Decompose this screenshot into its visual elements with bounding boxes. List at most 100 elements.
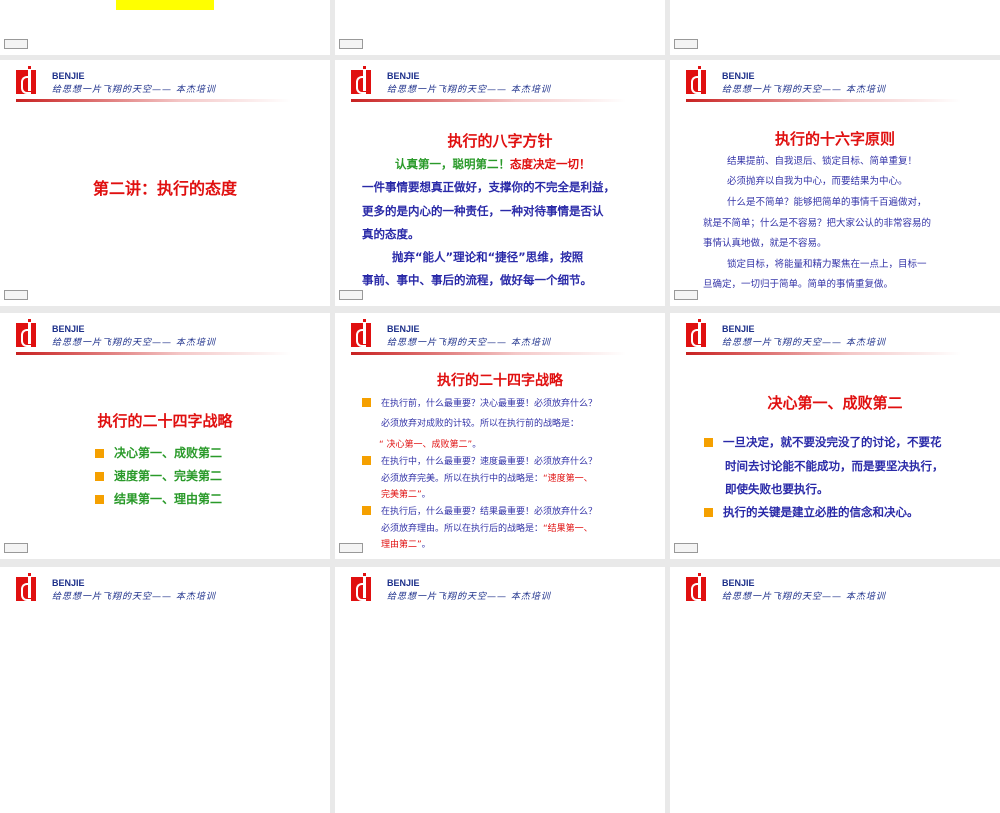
brand-name: BENJIE [52,578,85,588]
benjie-logo [351,319,371,347]
slide-title: 执行的二十四字战略 [97,412,233,430]
body-line: 就是不简单；什么是不容易？把大家公认的非常容易的 [703,218,932,229]
emphasis: 理由第二” [381,540,422,550]
body-line: 抛弃“能人”理论和“捷径”思维，按照 [392,250,584,264]
slide-header: BENJIE 给思想一片飞翔的天空—— 本杰培训 [351,66,631,108]
slogan: 给思想一片飞翔的天空—— 本杰培训 [387,592,551,602]
slide-thumbnail-8[interactable]: BENJIE 给思想一片飞翔的天空—— 本杰培训 执行的二十四字战略 在执行前，什… [335,313,665,559]
benjie-logo [16,573,36,601]
punct: 。 [421,490,431,500]
slide-title: 执行的二十四字战略 [437,373,563,389]
slide-transition-icon[interactable] [339,290,363,300]
brand-name: BENJIE [722,324,755,334]
body-line: 在执行后，什么最重要？结果最重要！必须放弃什么？ [381,507,598,517]
body-line: 即使失败也要执行。 [725,482,829,496]
slide-header: BENJIE 给思想一片飞翔的天空—— 本杰培训 [16,66,296,108]
yellow-highlight-box [116,0,214,10]
body-line: 在执行前，什么最重要？决心最重要！必须放弃什么？ [381,399,598,409]
slide-header: BENJIE 给思想一片飞翔的天空—— 本杰培训 [351,573,631,615]
bullet-icon [362,506,371,515]
slide-transition-icon[interactable] [674,543,698,553]
subtitle-emphasis: 态度决定一切！ [510,157,591,171]
slogan: 给思想一片飞翔的天空—— 本杰培训 [722,338,886,348]
body-line: 必须放弃完美。所以在执行中的战略是： [381,474,544,484]
body-line: 在执行中，什么最重要？速度最重要！必须放弃什么？ [381,457,598,467]
slide-transition-icon[interactable] [674,39,698,49]
punct: 。 [421,540,431,550]
header-rule [16,352,291,355]
body-line: 执行的关键是建立必胜的信念和决心。 [723,505,919,519]
slide-thumbnail-5[interactable]: BENJIE 给思想一片飞翔的天空—— 本杰培训 执行的八字方针 认真第一，聪明第… [335,60,665,306]
brand-name: BENJIE [52,324,85,334]
slide-thumbnail-11[interactable]: BENJIE 给思想一片飞翔的天空—— 本杰培训 [335,567,665,813]
slide-thumbnail-12[interactable]: BENJIE 给思想一片飞翔的天空—— 本杰培训 [670,567,1000,813]
benjie-logo [16,66,36,94]
slogan: 给思想一片飞翔的天空—— 本杰培训 [387,338,551,348]
body-line: 什么是不简单？能够把简单的事情千百遍做对， [727,197,927,208]
slide-transition-icon[interactable] [4,39,28,49]
benjie-logo [686,66,706,94]
benjie-logo [686,319,706,347]
emphasis: “速度第一、 [543,474,593,484]
benjie-logo [686,573,706,601]
header-rule [686,99,961,102]
slide-header: BENJIE 给思想一片飞翔的天空—— 本杰培训 [351,319,631,361]
brand-name: BENJIE [387,71,420,81]
slide-thumbnail-4[interactable]: BENJIE 给思想一片飞翔的天空—— 本杰培训 第二讲：执行的态度 [0,60,330,306]
subtitle: 认真第一，聪明第二！ [395,157,510,171]
slide-transition-icon[interactable] [4,290,28,300]
body-line: 一旦决定，就不要没完没了的讨论，不要花 [723,435,942,449]
bullet-icon [362,398,371,407]
header-rule [686,352,961,355]
body-line: 时间去讨论能不能成功，而是要坚决执行， [725,459,944,473]
punct: 。 [472,440,482,450]
brand-name: BENJIE [722,578,755,588]
body-line: 必须抛弃以自我为中心，而要结果为中心。 [727,176,908,187]
brand-name: BENJIE [52,71,85,81]
bullet-icon [704,438,713,447]
body-line: 事情认真地做，就是不容易。 [703,238,827,249]
slogan: 给思想一片飞翔的天空—— 本杰培训 [387,85,551,95]
slide-transition-icon[interactable] [4,543,28,553]
brand-name: BENJIE [387,324,420,334]
slide-header: BENJIE 给思想一片飞翔的天空—— 本杰培训 [686,66,966,108]
slide-title: 执行的八字方针 [447,132,553,150]
body-line: 真的态度。 [362,227,420,241]
slogan: 给思想一片飞翔的天空—— 本杰培训 [52,592,216,602]
slide-transition-icon[interactable] [674,290,698,300]
slide-header: BENJIE 给思想一片飞翔的天空—— 本杰培训 [686,319,966,361]
slide-transition-icon[interactable] [339,543,363,553]
slide-thumbnail-9[interactable]: BENJIE 给思想一片飞翔的天空—— 本杰培训 决心第一、成败第二 一旦决定，就… [670,313,1000,559]
slide-thumbnail-3[interactable] [670,0,1000,55]
list-item: 结果第一、理由第二 [114,492,223,506]
header-rule [16,99,291,102]
benjie-logo [351,66,371,94]
slide-title: 第二讲：执行的态度 [92,179,237,198]
slide-header: BENJIE 给思想一片飞翔的天空—— 本杰培训 [16,319,296,361]
brand-name: BENJIE [387,578,420,588]
header-rule [351,352,626,355]
slide-thumbnail-10[interactable]: BENJIE 给思想一片飞翔的天空—— 本杰培训 [0,567,330,813]
header-rule [351,99,626,102]
slide-thumbnail-7[interactable]: BENJIE 给思想一片飞翔的天空—— 本杰培训 执行的二十四字战略 决心第一、成… [0,313,330,559]
emphasis: “ 决心第一、成败第二” [379,440,473,450]
bullet-icon [704,508,713,517]
slide-transition-icon[interactable] [339,39,363,49]
slogan: 给思想一片飞翔的天空—— 本杰培训 [52,338,216,348]
bullet-icon [95,495,104,504]
slide-thumbnail-2[interactable] [335,0,665,55]
body-line: 更多的是内心的一种责任，一种对待事情是否认 [362,204,604,218]
benjie-logo [351,573,371,601]
slide-title: 执行的十六字原则 [774,130,895,148]
slide-header: BENJIE 给思想一片飞翔的天空—— 本杰培训 [686,573,966,615]
body-line: 旦确定，一切归于简单。简单的事情重复做。 [703,279,894,290]
slide-header: BENJIE 给思想一片飞翔的天空—— 本杰培训 [16,573,296,615]
slogan: 给思想一片飞翔的天空—— 本杰培训 [722,85,886,95]
body-line: 锁定目标，将能量和精力聚焦在一点上，目标一 [727,259,927,270]
bullet-icon [95,449,104,458]
slide-thumbnail-6[interactable]: BENJIE 给思想一片飞翔的天空—— 本杰培训 执行的十六字原则 结果提前、自我… [670,60,1000,306]
emphasis: “结果第一、 [543,524,593,534]
slide-title: 决心第一、成败第二 [767,394,903,412]
benjie-logo [16,319,36,347]
slide-thumbnail-1[interactable] [0,0,330,55]
